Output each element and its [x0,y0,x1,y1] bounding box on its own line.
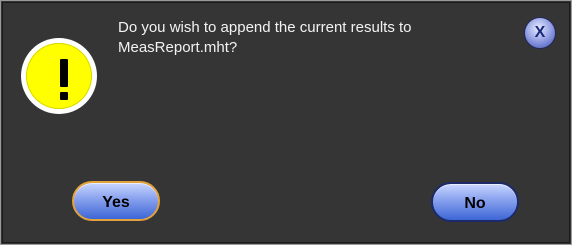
exclamation-bar [60,59,68,87]
exclamation-dot [60,92,68,100]
close-button[interactable]: X [525,18,555,48]
warning-exclamation-icon [21,38,97,114]
no-button[interactable]: No [431,182,519,222]
dialog-message: Do you wish to append the current result… [118,19,412,56]
warning-disc [26,43,92,109]
confirm-dialog: Do you wish to append the current result… [0,0,572,245]
close-icon: X [534,24,546,41]
yes-button[interactable]: Yes [72,181,160,221]
